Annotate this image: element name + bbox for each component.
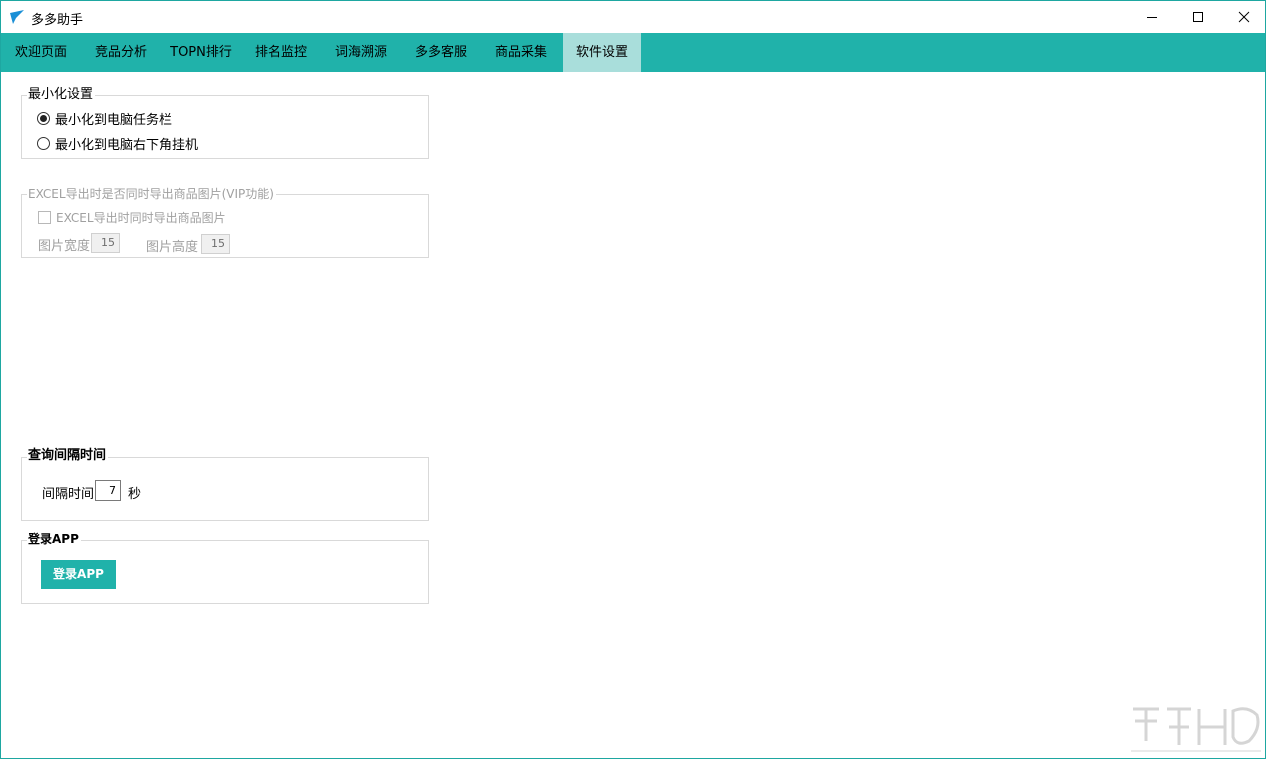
minimize-button[interactable]: [1129, 1, 1175, 32]
close-icon: [1238, 11, 1250, 22]
title-bar: 多多助手: [1, 1, 1265, 32]
radio-minimize-tray-label: 最小化到电脑右下角挂机: [55, 138, 199, 153]
radio-checked-icon: [37, 112, 50, 125]
tab-rank-monitor[interactable]: 排名监控: [241, 33, 321, 72]
interval-input[interactable]: 7: [95, 480, 121, 501]
excel-export-images-checkbox[interactable]: EXCEL导出时同时导出商品图片: [38, 209, 226, 226]
tab-bar: 欢迎页面 竞品分析 TOPN排行 排名监控 词海溯源 多多客服 商品采集 软件设…: [1, 33, 1265, 72]
radio-minimize-taskbar-label: 最小化到电脑任务栏: [55, 113, 173, 128]
radio-minimize-taskbar[interactable]: 最小化到电脑任务栏: [37, 109, 172, 128]
query-interval-title: 查询间隔时间: [27, 448, 109, 464]
interval-unit: 秒: [128, 487, 142, 502]
login-app-button[interactable]: 登录APP: [41, 560, 116, 589]
watermark-logo-icon: [1131, 707, 1261, 752]
image-width-label: 图片宽度: [38, 239, 91, 254]
maximize-button[interactable]: [1175, 1, 1221, 32]
minimize-settings-title: 最小化设置: [27, 87, 96, 103]
image-width-input[interactable]: 15: [91, 233, 120, 253]
excel-export-title: EXCEL导出时是否同时导出商品图片(VIP功能): [27, 186, 276, 202]
app-logo-icon: [10, 10, 24, 24]
tab-settings[interactable]: 软件设置: [563, 33, 641, 72]
tab-welcome[interactable]: 欢迎页面: [1, 33, 81, 72]
radio-unchecked-icon: [37, 137, 50, 150]
tab-customer-service[interactable]: 多多客服: [401, 33, 481, 72]
tab-competitor-analysis[interactable]: 竞品分析: [81, 33, 161, 72]
tab-keyword-trace[interactable]: 词海溯源: [321, 33, 401, 72]
excel-export-images-label: EXCEL导出时同时导出商品图片: [56, 211, 226, 225]
window-title: 多多助手: [31, 13, 84, 28]
maximize-icon: [1193, 11, 1203, 22]
radio-minimize-tray[interactable]: 最小化到电脑右下角挂机: [37, 134, 198, 153]
tab-product-collect[interactable]: 商品采集: [481, 33, 561, 72]
image-height-input[interactable]: 15: [201, 234, 230, 254]
close-button[interactable]: [1221, 1, 1266, 32]
image-height-label: 图片高度: [146, 240, 199, 255]
tab-topn-ranking[interactable]: TOPN排行: [161, 33, 241, 72]
app-window: 多多助手 欢迎页面 竞品分析 TOPN排行 排名监控 词海溯源 多多客服 商品采…: [0, 0, 1266, 759]
minimize-icon: [1147, 16, 1157, 18]
login-app-title: 登录APP: [27, 531, 81, 547]
checkbox-icon: [38, 211, 51, 224]
interval-label: 间隔时间: [42, 487, 95, 502]
